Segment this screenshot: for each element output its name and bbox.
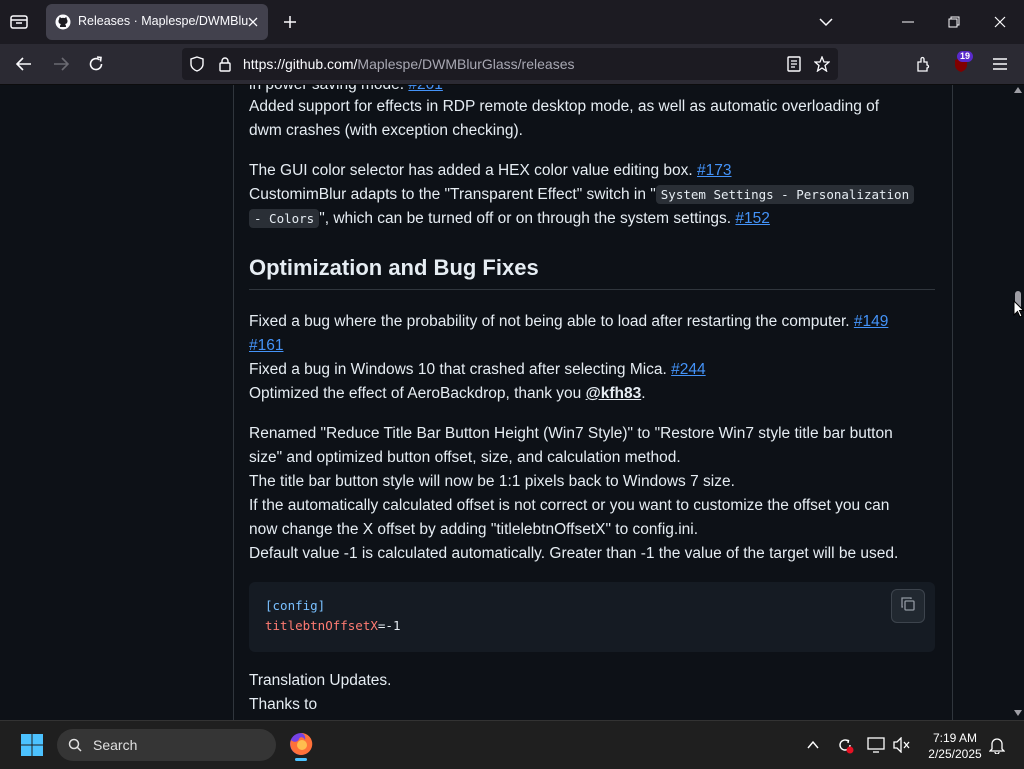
forward-icon[interactable] — [50, 54, 72, 74]
tab-bar: Releases · Maplespe/DWMBlurGlass — [0, 0, 1024, 44]
rdp-line-1: Added support for effects in RDP remote … — [249, 98, 880, 115]
clock-time: 7:19 AM — [932, 731, 978, 745]
clock-date: 2/25/2025 — [928, 747, 982, 761]
nav-bar: https://github.com/Maplespe/DWMBlurGlass… — [0, 44, 1024, 85]
fix1-text: Fixed a bug where the probability of not… — [249, 313, 854, 330]
issue-link-201[interactable]: #201 — [408, 85, 442, 93]
taskbar-search[interactable]: Search — [57, 729, 276, 761]
custom-text-post: ", which can be turned off or on through… — [319, 210, 736, 227]
extensions-icon[interactable] — [914, 54, 934, 74]
close-tab-icon[interactable] — [244, 13, 262, 31]
inline-code-settings: System Settings - Personalization — [655, 185, 915, 204]
extension-badge: 19 — [957, 51, 974, 62]
reload-icon[interactable] — [85, 54, 107, 74]
url-bar[interactable]: https://github.com/Maplespe/DWMBlurGlass… — [182, 48, 838, 80]
firefox-view-icon[interactable] — [8, 12, 30, 32]
hex-line: The GUI color selector has added a HEX c… — [249, 159, 732, 183]
fix-line-1: Fixed a bug where the probability of not… — [249, 310, 888, 334]
translation-line: Translation Updates. — [249, 672, 392, 689]
show-hidden-icons-icon[interactable] — [804, 736, 822, 754]
default-line: Default value -1 is calculated automatic… — [249, 545, 899, 562]
tracking-protection-icon[interactable] — [188, 55, 206, 73]
scroll-down-icon[interactable] — [1014, 710, 1022, 716]
issue-link-149[interactable]: #149 — [854, 313, 888, 330]
active-app-indicator — [295, 758, 307, 761]
code-content: [config] titlebtnOffsetX=-1 — [265, 596, 400, 636]
menu-icon[interactable] — [990, 54, 1010, 74]
url-text[interactable]: https://github.com/Maplespe/DWMBlurGlass… — [243, 56, 574, 72]
close-window-icon[interactable] — [990, 12, 1010, 32]
code-block: [config] titlebtnOffsetX=-1 — [249, 582, 935, 652]
tab-title: Releases · Maplespe/DWMBlurGlass — [78, 14, 248, 28]
fix-line-1b: #161 — [249, 334, 283, 358]
search-label: Search — [93, 737, 138, 753]
page-content: in power saving mode. #201 Added support… — [0, 85, 1012, 720]
code-value: -1 — [385, 618, 401, 633]
thanks-line: Thanks to — [249, 696, 318, 713]
fix-line-2: Fixed a bug in Windows 10 that crashed a… — [249, 358, 706, 382]
copy-icon — [900, 596, 916, 617]
issue-link-161[interactable]: #161 — [249, 337, 283, 354]
fix3-end: . — [641, 385, 646, 402]
taskbar-clock[interactable]: 7:19 AM 2/25/2025 — [918, 730, 992, 762]
url-host: https://github.com/ — [243, 56, 358, 72]
code-key: titlebtnOffsetX — [265, 618, 378, 633]
sync-status-icon[interactable] — [835, 735, 855, 755]
code-section: [config] — [265, 598, 326, 613]
custom-line-1: CustomimBlur adapts to the "Transparent … — [249, 183, 915, 207]
taskbar: Search 7:19 AM 2/25/2025 — [0, 720, 1024, 769]
tab-releases[interactable]: Releases · Maplespe/DWMBlurGlass — [46, 4, 268, 40]
fix-line-3: Optimized the effect of AeroBackdrop, th… — [249, 382, 646, 406]
url-path: Maplespe/DWMBlurGlass/releases — [357, 56, 575, 72]
hex-text: The GUI color selector has added a HEX c… — [249, 162, 698, 179]
renamed-line-1: Renamed "Reduce Title Bar Button Height … — [249, 425, 893, 442]
issue-link-152[interactable]: #152 — [735, 210, 769, 227]
offset-line-2: now change the X offset by adding "title… — [249, 521, 699, 538]
user-mention-kfh83[interactable]: @kfh83 — [586, 385, 642, 402]
mouse-cursor-icon — [1013, 300, 1024, 318]
fix3-text: Optimized the effect of AeroBackdrop, th… — [249, 385, 586, 402]
custom-text-pre: CustomimBlur adapts to the "Transparent … — [249, 186, 656, 203]
volume-muted-icon[interactable] — [892, 735, 912, 755]
firefox-taskbar-icon[interactable] — [286, 728, 316, 761]
inline-code-colors: - Colors — [249, 209, 320, 228]
rdp-line-2: dwm crashes (with exception checking). — [249, 122, 523, 139]
back-icon[interactable] — [13, 54, 35, 74]
scrollbar[interactable] — [1012, 85, 1024, 720]
list-tabs-icon[interactable] — [816, 12, 836, 32]
section-heading: Optimization and Bug Fixes — [249, 255, 935, 290]
offset-line-1: If the automatically calculated offset i… — [249, 497, 890, 514]
copy-button[interactable] — [891, 589, 925, 623]
github-icon — [55, 14, 71, 30]
scroll-up-icon[interactable] — [1014, 87, 1022, 93]
network-icon[interactable] — [866, 735, 886, 755]
custom-line-2: - Colors ", which can be turned off or on… — [249, 207, 770, 231]
reader-view-icon[interactable] — [785, 55, 803, 73]
new-tab-icon[interactable] — [280, 12, 300, 32]
search-icon — [67, 737, 83, 753]
bookmark-star-icon[interactable] — [813, 55, 831, 73]
notification-bell-icon[interactable] — [987, 735, 1007, 755]
windows-start-icon[interactable] — [20, 733, 44, 757]
issue-link-173[interactable]: #173 — [697, 162, 731, 179]
power-saving-text: in power saving mode. — [249, 85, 408, 93]
lock-icon[interactable] — [216, 55, 234, 73]
renamed-line-2: size" and optimized button offset, size,… — [249, 449, 681, 466]
fix2-text: Fixed a bug in Windows 10 that crashed a… — [249, 361, 672, 378]
minimize-icon[interactable] — [898, 12, 918, 32]
issue-link-244[interactable]: #244 — [671, 361, 705, 378]
style-line: The title bar button style will now be 1… — [249, 473, 735, 490]
restore-icon[interactable] — [944, 12, 964, 32]
